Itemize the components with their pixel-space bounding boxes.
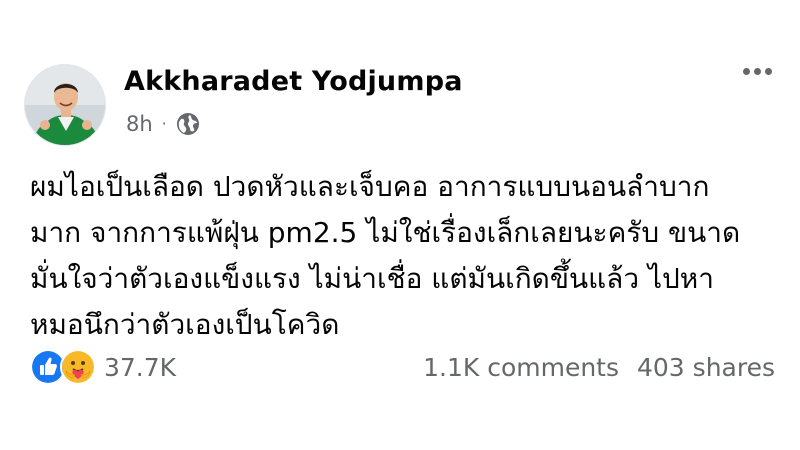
reaction-icons [30, 349, 96, 385]
post-meta: 8h · [126, 112, 200, 136]
post-text-line: มาก จากการแพ้ฝุ่น pm2.5 ไม่ใช่เรื่องเล็ก… [30, 216, 741, 249]
globe-icon[interactable] [176, 112, 200, 136]
avatar[interactable] [24, 64, 106, 146]
shares-count[interactable]: 403 shares [637, 353, 775, 382]
post-text-line: ผมไอเป็นเลือด ปวดหัวและเจ็บคอ อาการแบบนอ… [30, 170, 710, 203]
post-footer: 37.7K 1.1K comments 403 shares [30, 345, 775, 389]
comments-count[interactable]: 1.1K comments [423, 353, 619, 382]
meta-separator: · [161, 114, 167, 133]
author-name[interactable]: Akkharadet Yodjumpa [124, 66, 463, 97]
more-dot [765, 68, 772, 75]
avatar-image [25, 65, 105, 145]
facebook-post: Akkharadet Yodjumpa 8h · ผมไอเป็นเลือด ป… [0, 0, 800, 450]
more-dot [754, 68, 761, 75]
care-icon [60, 349, 96, 385]
post-text-line: หมอนึกว่าตัวเองเป็นโควิด [30, 308, 340, 341]
more-options-icon[interactable] [743, 68, 772, 75]
post-time[interactable]: 8h [126, 112, 153, 136]
reactions-summary[interactable]: 37.7K [30, 349, 176, 385]
post-stats: 1.1K comments 403 shares [423, 353, 775, 382]
post-text-line: มั่นใจว่าตัวเองแข็งแรง ไม่น่าเชื่อ แต่มั… [30, 262, 714, 295]
reaction-count: 37.7K [104, 352, 177, 382]
post-text: ผมไอเป็นเลือด ปวดหัวและเจ็บคอ อาการแบบนอ… [30, 164, 780, 348]
more-dot [743, 68, 750, 75]
